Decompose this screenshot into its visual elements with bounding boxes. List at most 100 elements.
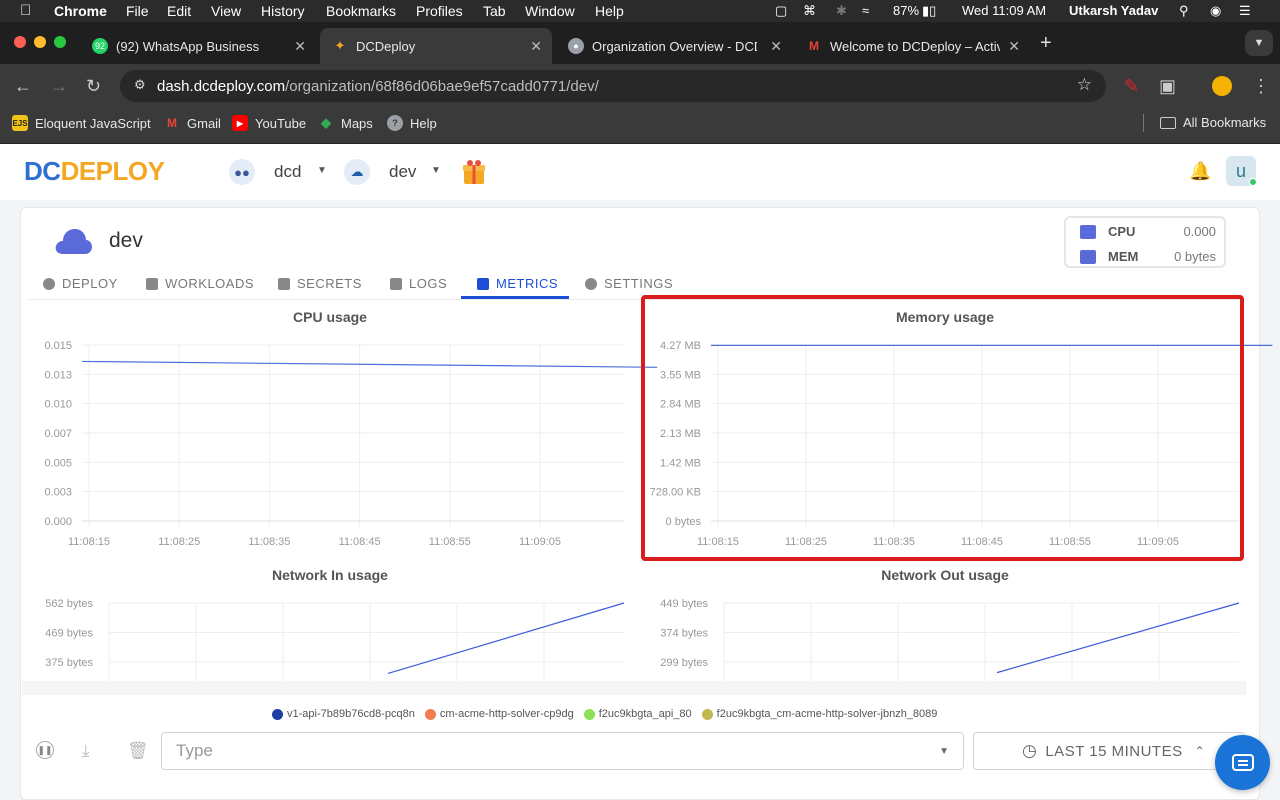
chart-legend: v1-api-7b89b76cd8-pcq8n cm-acme-http-solv… [272,708,947,720]
minimize-window-button[interactable] [34,36,46,48]
bookmarks-divider [1143,114,1144,132]
y-tick-label: 0.003 [44,487,72,499]
wifi-icon[interactable]: ≈ [862,3,869,18]
user-name[interactable]: Utkarsh Yadav [1069,3,1158,18]
extension-pen-icon[interactable]: ✎ [1124,76,1139,97]
menu-profiles[interactable]: Profiles [416,3,463,19]
pause-icon[interactable]: ❚❚ [36,741,54,759]
screen-icon[interactable]: ▢ [775,3,787,19]
bluetooth-icon[interactable]: ✱ [836,3,847,19]
extensions-puzzle-icon[interactable]: ▣ [1159,76,1176,97]
clock[interactable]: Wed 11:09 AM [962,3,1046,18]
more-menu-icon[interactable]: ⋮ [1252,76,1270,97]
site-info-icon[interactable]: ⚙ [134,77,146,93]
bookmark-gmail[interactable]: M Gmail [164,115,221,131]
tab-workloads[interactable]: WORKLOADS [146,276,254,291]
x-tick-label: 11:08:15 [68,536,110,548]
trash-icon[interactable]: 🗑 [127,741,149,761]
menu-edit[interactable]: Edit [167,3,191,19]
legend-item[interactable]: cm-acme-http-solver-cp9dg [424,708,574,720]
menu-bookmarks[interactable]: Bookmarks [326,3,396,19]
org-selector[interactable]: dcd [274,162,301,182]
tab-label: SETTINGS [604,276,674,291]
control-center-icon[interactable]: ☰ [1239,3,1251,19]
charts-scroll-fade [22,681,1246,695]
bookmark-maps[interactable]: ◆ Maps [318,115,373,131]
new-tab-button[interactable]: + [1040,32,1052,55]
chat-support-button[interactable] [1215,735,1270,790]
cpu-label: CPU [1108,224,1136,239]
document-icon [390,277,402,290]
folder-icon [1160,116,1176,129]
forward-arrow-icon[interactable]: → [50,76,68,97]
tab-whatsapp[interactable]: 92 (92) WhatsApp Business ✕ [80,28,316,64]
env-selector[interactable]: dev [389,162,416,182]
memory-chart-highlight [641,295,1244,561]
chevron-down-icon: ▼ [939,746,949,757]
x-tick-label: 11:08:55 [429,536,471,548]
menu-tab[interactable]: Tab [483,3,506,19]
reload-icon[interactable]: ↻ [86,76,101,97]
tab-gmail[interactable]: M Welcome to DCDeploy – Activ ✕ [794,28,1030,64]
bell-icon[interactable]: 🔔 [1189,161,1211,182]
bookmark-help[interactable]: ? Help [387,115,437,131]
bookmark-youtube[interactable]: ▶ YouTube [232,115,306,131]
gift-icon[interactable] [463,159,485,185]
tab-logs[interactable]: LOGS [390,276,447,291]
close-icon[interactable]: ✕ [530,38,542,55]
siri-icon[interactable]: ◉ [1210,3,1221,19]
zoom-window-button[interactable] [54,36,66,48]
close-window-button[interactable] [14,36,26,48]
address-bar[interactable]: ⚙ dash.dcdeploy.com/organization/68f86d0… [120,70,1106,102]
tab-title: Organization Overview - DCD [592,38,757,54]
x-tick-label: 11:09:05 [519,536,561,548]
tab-dcdeploy[interactable]: ✦ DCDeploy ✕ [320,28,552,64]
dcdeploy-logo[interactable]: DCDEPLOY [24,156,165,187]
youtube-icon: ▶ [232,115,248,131]
legend-item[interactable]: f2uc9kbgta_api_80 [583,708,692,720]
chevron-down-icon[interactable]: ▼ [431,165,441,176]
cloud-icon[interactable]: ☁ [344,159,370,185]
bookmark-eloquent-javascript[interactable]: EJS Eloquent JavaScript [12,115,151,131]
cpu-value: 0.000 [1183,224,1216,239]
close-icon[interactable]: ✕ [1008,38,1020,55]
download-icon[interactable]: ⤓ [82,741,90,761]
legend-label: cm-acme-http-solver-cp9dg [439,708,574,720]
whatsapp-icon: 92 [92,38,108,54]
tab-label: METRICS [496,276,558,291]
menu-view[interactable]: View [211,3,241,19]
all-bookmarks-label: All Bookmarks [1183,115,1267,130]
all-bookmarks[interactable]: All Bookmarks [1160,115,1266,130]
back-arrow-icon[interactable]: ← [14,76,32,97]
tab-metrics[interactable]: METRICS [477,276,558,291]
tab-secrets[interactable]: SECRETS [278,276,362,291]
tab-search-chevron-icon[interactable]: ▼ [1245,30,1273,56]
tab-deploy[interactable]: DEPLOY [43,276,118,291]
team-icon[interactable]: ●● [229,159,255,185]
menu-window[interactable]: Window [525,3,575,19]
menu-chrome[interactable]: Chrome [54,3,107,19]
battery-percent[interactable]: 87% [893,3,919,18]
keyboard-icon[interactable]: ⌘ [803,3,816,19]
bookmark-star-icon[interactable]: ☆ [1077,75,1092,95]
profile-avatar-icon[interactable] [1212,76,1232,96]
tab-title: DCDeploy [356,38,416,54]
tab-settings[interactable]: SETTINGS [585,276,673,291]
menu-help[interactable]: Help [595,3,624,19]
time-range-button[interactable]: ◷ LAST 15 MINUTES ⌃ [973,732,1245,770]
legend-item[interactable]: f2uc9kbgta_cm-acme-http-solver-jbnzh_808… [701,708,937,720]
chevron-down-icon[interactable]: ▼ [317,165,327,176]
tab-title: (92) WhatsApp Business [116,38,260,54]
close-icon[interactable]: ✕ [770,38,782,55]
close-icon[interactable]: ✕ [294,38,306,55]
battery-icon[interactable]: ▮▯ [922,3,936,19]
legend-item[interactable]: v1-api-7b89b76cd8-pcq8n [272,708,415,720]
menu-file[interactable]: File [126,3,149,19]
network-out-chart-title: Network Out usage [881,567,1009,583]
spotlight-icon[interactable]: ⚲ [1179,3,1189,19]
apple-icon[interactable]:  [20,2,31,19]
menu-history[interactable]: History [261,3,305,19]
tab-organization-overview[interactable]: ● Organization Overview - DCD ✕ [556,28,792,64]
type-select[interactable]: Type ▼ [161,732,964,770]
time-range-label: LAST 15 MINUTES [1045,742,1183,760]
